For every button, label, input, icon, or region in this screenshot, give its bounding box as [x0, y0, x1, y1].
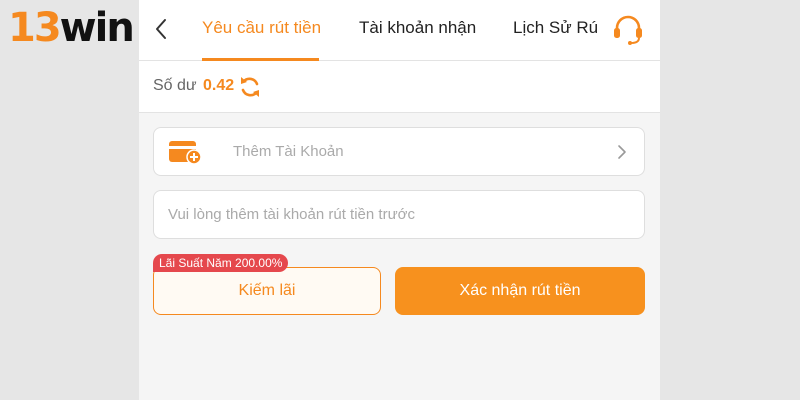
chevron-left-icon[interactable] [151, 16, 173, 42]
refresh-icon[interactable] [239, 75, 261, 99]
withdraw-account-field[interactable]: Vui lòng thêm tài khoản rút tiền trước [153, 190, 645, 239]
add-account-label: Thêm Tài Khoản [233, 143, 344, 160]
tab-withdraw-request[interactable]: Yêu cầu rút tiền [202, 17, 321, 39]
balance-row: Số dư 0.42 [139, 61, 660, 113]
balance-label: Số dư [153, 77, 197, 94]
logo-number: 13 [8, 5, 62, 51]
add-account-row[interactable]: Thêm Tài Khoản [153, 127, 645, 176]
chevron-right-icon [618, 145, 626, 159]
confirm-withdraw-button[interactable]: Xác nhận rút tiền [395, 267, 645, 315]
withdraw-panel: Yêu cầu rút tiền Tài khoản nhận Lịch Sử … [139, 0, 660, 400]
balance-value: 0.42 [203, 77, 235, 94]
logo-word: win [59, 5, 135, 51]
brand-logo: 13win [8, 2, 135, 54]
tab-history[interactable]: Lịch Sử Rú [513, 17, 598, 39]
top-navigation: Yêu cầu rút tiền Tài khoản nhận Lịch Sử … [139, 0, 660, 61]
headset-icon[interactable] [611, 13, 645, 47]
interest-rate-badge: Lãi Suất Năm 200.00% [153, 254, 289, 272]
earn-interest-button[interactable]: Kiếm lãi [153, 267, 381, 315]
tab-receiving-account[interactable]: Tài khoản nhận [359, 17, 476, 39]
wallet-add-icon [169, 141, 202, 165]
